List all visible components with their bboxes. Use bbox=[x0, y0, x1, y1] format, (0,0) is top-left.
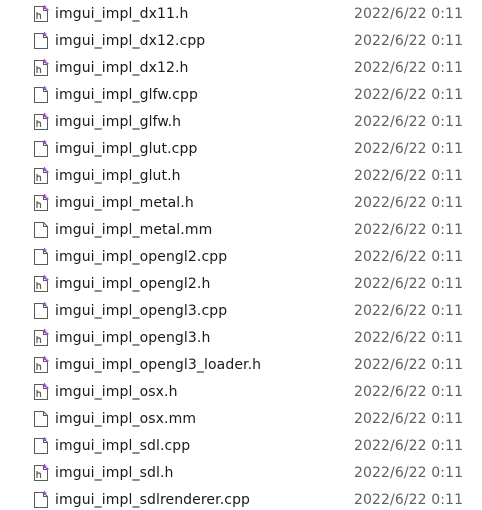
cpp-file-icon bbox=[33, 437, 49, 455]
file-name[interactable]: imgui_impl_osx.mm bbox=[55, 406, 196, 433]
file-date-modified: 2022/6/22 0:11 bbox=[354, 6, 464, 22]
file-row[interactable]: imgui_impl_opengl3.h 2022/6/22 0:11 bbox=[0, 325, 482, 352]
h-file-icon bbox=[33, 329, 49, 347]
file-list: imgui_impl_dx11.h 2022/6/22 0:11 imgui_i… bbox=[0, 1, 482, 510]
file-date-modified: 2022/6/22 0:11 bbox=[354, 195, 464, 211]
file-date-modified: 2022/6/22 0:11 bbox=[354, 492, 464, 508]
cpp-file-icon bbox=[33, 302, 49, 320]
file-row[interactable]: imgui_impl_glut.h 2022/6/22 0:11 bbox=[0, 163, 482, 190]
cpp-file-icon bbox=[33, 32, 49, 50]
file-row[interactable]: imgui_impl_glfw.h 2022/6/22 0:11 bbox=[0, 109, 482, 136]
file-row[interactable]: imgui_impl_opengl3.cpp 2022/6/22 0:11 bbox=[0, 298, 482, 325]
file-name[interactable]: imgui_impl_glut.cpp bbox=[55, 136, 197, 163]
file-name[interactable]: imgui_impl_dx12.cpp bbox=[55, 28, 205, 55]
file-row[interactable]: imgui_impl_opengl3_loader.h 2022/6/22 0:… bbox=[0, 352, 482, 379]
file-row[interactable]: imgui_impl_metal.mm 2022/6/22 0:11 bbox=[0, 217, 482, 244]
file-name[interactable]: imgui_impl_sdl.cpp bbox=[55, 433, 190, 460]
file-name[interactable]: imgui_impl_metal.mm bbox=[55, 217, 212, 244]
file-date-modified: 2022/6/22 0:11 bbox=[354, 87, 464, 103]
blank-file-icon bbox=[33, 410, 49, 428]
file-date-modified: 2022/6/22 0:11 bbox=[354, 168, 464, 184]
file-name[interactable]: imgui_impl_opengl2.h bbox=[55, 271, 210, 298]
file-date-modified: 2022/6/22 0:11 bbox=[354, 249, 464, 265]
file-date-modified: 2022/6/22 0:11 bbox=[354, 384, 464, 400]
h-file-icon bbox=[33, 275, 49, 293]
file-name[interactable]: imgui_impl_dx12.h bbox=[55, 55, 189, 82]
file-row[interactable]: imgui_impl_dx12.h 2022/6/22 0:11 bbox=[0, 55, 482, 82]
file-name[interactable]: imgui_impl_sdl.h bbox=[55, 460, 173, 487]
file-date-modified: 2022/6/22 0:11 bbox=[354, 438, 464, 454]
h-file-icon bbox=[33, 113, 49, 131]
file-date-modified: 2022/6/22 0:11 bbox=[354, 276, 464, 292]
file-date-modified: 2022/6/22 0:11 bbox=[354, 357, 464, 373]
h-file-icon bbox=[33, 383, 49, 401]
h-file-icon bbox=[33, 167, 49, 185]
file-name[interactable]: imgui_impl_metal.h bbox=[55, 190, 194, 217]
h-file-icon bbox=[33, 356, 49, 374]
file-date-modified: 2022/6/22 0:11 bbox=[354, 303, 464, 319]
file-row[interactable]: imgui_impl_dx11.h 2022/6/22 0:11 bbox=[0, 1, 482, 28]
file-name[interactable]: imgui_impl_sdlrenderer.cpp bbox=[55, 487, 250, 510]
h-file-icon bbox=[33, 5, 49, 23]
file-row[interactable]: imgui_impl_glfw.cpp 2022/6/22 0:11 bbox=[0, 82, 482, 109]
cpp-file-icon bbox=[33, 248, 49, 266]
file-row[interactable]: imgui_impl_sdl.h 2022/6/22 0:11 bbox=[0, 460, 482, 487]
file-date-modified: 2022/6/22 0:11 bbox=[354, 411, 464, 427]
h-file-icon bbox=[33, 464, 49, 482]
file-name[interactable]: imgui_impl_opengl2.cpp bbox=[55, 244, 227, 271]
file-row[interactable]: imgui_impl_glut.cpp 2022/6/22 0:11 bbox=[0, 136, 482, 163]
file-row[interactable]: imgui_impl_opengl2.cpp 2022/6/22 0:11 bbox=[0, 244, 482, 271]
h-file-icon bbox=[33, 194, 49, 212]
cpp-file-icon bbox=[33, 491, 49, 509]
file-date-modified: 2022/6/22 0:11 bbox=[354, 222, 464, 238]
file-date-modified: 2022/6/22 0:11 bbox=[354, 60, 464, 76]
cpp-file-icon bbox=[33, 140, 49, 158]
h-file-icon bbox=[33, 59, 49, 77]
file-name[interactable]: imgui_impl_opengl3.cpp bbox=[55, 298, 227, 325]
file-name[interactable]: imgui_impl_opengl3.h bbox=[55, 325, 210, 352]
file-name[interactable]: imgui_impl_osx.h bbox=[55, 379, 178, 406]
file-date-modified: 2022/6/22 0:11 bbox=[354, 465, 464, 481]
file-name[interactable]: imgui_impl_glut.h bbox=[55, 163, 181, 190]
file-row[interactable]: imgui_impl_opengl2.h 2022/6/22 0:11 bbox=[0, 271, 482, 298]
file-row[interactable]: imgui_impl_sdlrenderer.cpp 2022/6/22 0:1… bbox=[0, 487, 482, 510]
file-row[interactable]: imgui_impl_dx12.cpp 2022/6/22 0:11 bbox=[0, 28, 482, 55]
file-row[interactable]: imgui_impl_osx.mm 2022/6/22 0:11 bbox=[0, 406, 482, 433]
file-date-modified: 2022/6/22 0:11 bbox=[354, 330, 464, 346]
file-date-modified: 2022/6/22 0:11 bbox=[354, 33, 464, 49]
file-name[interactable]: imgui_impl_glfw.h bbox=[55, 109, 181, 136]
file-date-modified: 2022/6/22 0:11 bbox=[354, 141, 464, 157]
file-name[interactable]: imgui_impl_opengl3_loader.h bbox=[55, 352, 261, 379]
file-date-modified: 2022/6/22 0:11 bbox=[354, 114, 464, 130]
file-row[interactable]: imgui_impl_osx.h 2022/6/22 0:11 bbox=[0, 379, 482, 406]
file-name[interactable]: imgui_impl_dx11.h bbox=[55, 1, 189, 28]
blank-file-icon bbox=[33, 221, 49, 239]
cpp-file-icon bbox=[33, 86, 49, 104]
file-row[interactable]: imgui_impl_metal.h 2022/6/22 0:11 bbox=[0, 190, 482, 217]
file-row[interactable]: imgui_impl_sdl.cpp 2022/6/22 0:11 bbox=[0, 433, 482, 460]
file-name[interactable]: imgui_impl_glfw.cpp bbox=[55, 82, 198, 109]
